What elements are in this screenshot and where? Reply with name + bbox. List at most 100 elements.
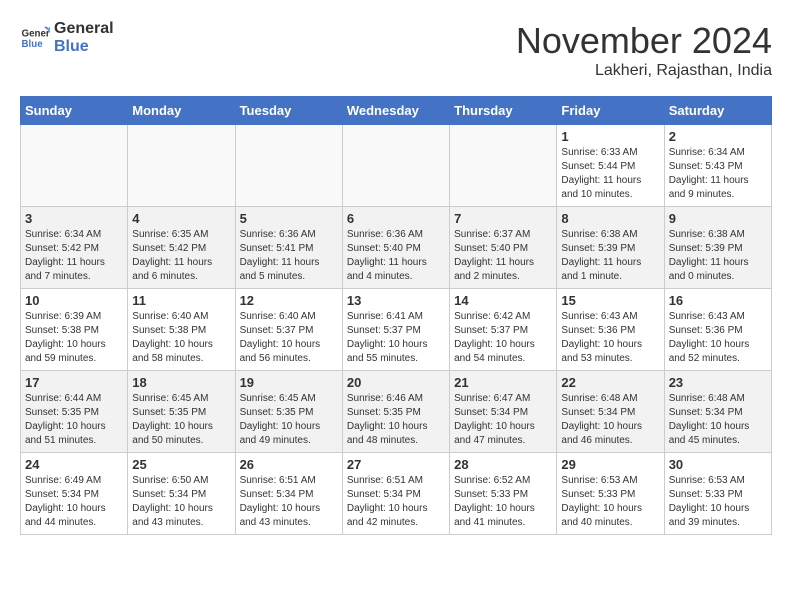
day-number: 13 — [347, 293, 445, 308]
calendar-cell: 19Sunrise: 6:45 AM Sunset: 5:35 PM Dayli… — [235, 371, 342, 453]
day-number: 25 — [132, 457, 230, 472]
calendar-cell: 16 Sunrise: 6:43 AM Sunset: 5:36 PM Dayli… — [664, 289, 771, 371]
calendar-header: SundayMondayTuesdayWednesdayThursdayFrid… — [21, 97, 772, 125]
day-info: Sunrise: 6:45 AM Sunset: 5:35 PM Dayligh… — [240, 392, 338, 448]
svg-text:General: General — [22, 28, 51, 39]
calendar-cell: 2Sunrise: 6:34 AM Sunset: 5:43 PM Daylig… — [664, 125, 771, 207]
day-info: Sunrise: 6:47 AM Sunset: 5:34 PM Dayligh… — [454, 392, 552, 448]
calendar-cell: 22 Sunrise: 6:48 AM Sunset: 5:34 PM Dayli… — [557, 371, 664, 453]
calendar-cell: 8 Sunrise: 6:38 AM Sunset: 5:39 PM Daylig… — [557, 207, 664, 289]
calendar-cell: 27 Sunrise: 6:51 AM Sunset: 5:34 PM Dayli… — [342, 453, 449, 535]
day-info: Sunrise: 6:48 AM Sunset: 5:34 PM Dayligh… — [669, 392, 767, 448]
calendar-cell: 4Sunrise: 6:35 AM Sunset: 5:42 PM Daylig… — [128, 207, 235, 289]
logo: General Blue General Blue — [20, 20, 114, 55]
day-info: Sunrise: 6:50 AM Sunset: 5:34 PM Dayligh… — [132, 474, 230, 530]
day-number: 3 — [25, 211, 123, 226]
calendar-cell: 21Sunrise: 6:47 AM Sunset: 5:34 PM Dayli… — [450, 371, 557, 453]
day-info: Sunrise: 6:34 AM Sunset: 5:42 PM Dayligh… — [25, 228, 123, 284]
day-number: 20 — [347, 375, 445, 390]
calendar-cell: 30 Sunrise: 6:53 AM Sunset: 5:33 PM Dayli… — [664, 453, 771, 535]
calendar-cell: 17 Sunrise: 6:44 AM Sunset: 5:35 PM Dayli… — [21, 371, 128, 453]
calendar-cell — [21, 125, 128, 207]
day-info: Sunrise: 6:44 AM Sunset: 5:35 PM Dayligh… — [25, 392, 123, 448]
logo-blue-text: Blue — [54, 38, 114, 56]
day-info: Sunrise: 6:40 AM Sunset: 5:38 PM Dayligh… — [132, 310, 230, 366]
day-number: 10 — [25, 293, 123, 308]
day-number: 16 — [669, 293, 767, 308]
calendar-cell: 6Sunrise: 6:36 AM Sunset: 5:40 PM Daylig… — [342, 207, 449, 289]
week-row-2: 3 Sunrise: 6:34 AM Sunset: 5:42 PM Daylig… — [21, 207, 772, 289]
day-info: Sunrise: 6:43 AM Sunset: 5:36 PM Dayligh… — [669, 310, 767, 366]
weekday-header-friday: Friday — [557, 97, 664, 125]
calendar-cell: 3 Sunrise: 6:34 AM Sunset: 5:42 PM Daylig… — [21, 207, 128, 289]
weekday-header-sunday: Sunday — [21, 97, 128, 125]
location-title: Lakheri, Rajasthan, India — [516, 62, 772, 80]
day-number: 8 — [561, 211, 659, 226]
day-info: Sunrise: 6:42 AM Sunset: 5:37 PM Dayligh… — [454, 310, 552, 366]
day-number: 11 — [132, 293, 230, 308]
day-info: Sunrise: 6:38 AM Sunset: 5:39 PM Dayligh… — [669, 228, 767, 284]
day-info: Sunrise: 6:51 AM Sunset: 5:34 PM Dayligh… — [347, 474, 445, 530]
calendar-cell: 23Sunrise: 6:48 AM Sunset: 5:34 PM Dayli… — [664, 371, 771, 453]
weekday-header-saturday: Saturday — [664, 97, 771, 125]
calendar-cell: 1 Sunrise: 6:33 AM Sunset: 5:44 PM Daylig… — [557, 125, 664, 207]
title-area: November 2024 Lakheri, Rajasthan, India — [516, 20, 772, 80]
day-number: 22 — [561, 375, 659, 390]
day-number: 17 — [25, 375, 123, 390]
week-row-4: 17 Sunrise: 6:44 AM Sunset: 5:35 PM Dayli… — [21, 371, 772, 453]
day-info: Sunrise: 6:51 AM Sunset: 5:34 PM Dayligh… — [240, 474, 338, 530]
day-info: Sunrise: 6:49 AM Sunset: 5:34 PM Dayligh… — [25, 474, 123, 530]
page-header: General Blue General Blue November 2024 … — [20, 20, 772, 80]
day-info: Sunrise: 6:52 AM Sunset: 5:33 PM Dayligh… — [454, 474, 552, 530]
day-info: Sunrise: 6:36 AM Sunset: 5:41 PM Dayligh… — [240, 228, 338, 284]
day-info: Sunrise: 6:45 AM Sunset: 5:35 PM Dayligh… — [132, 392, 230, 448]
week-row-5: 24 Sunrise: 6:49 AM Sunset: 5:34 PM Dayli… — [21, 453, 772, 535]
month-title: November 2024 — [516, 20, 772, 62]
weekday-row: SundayMondayTuesdayWednesdayThursdayFrid… — [21, 97, 772, 125]
calendar-cell: 14Sunrise: 6:42 AM Sunset: 5:37 PM Dayli… — [450, 289, 557, 371]
day-info: Sunrise: 6:48 AM Sunset: 5:34 PM Dayligh… — [561, 392, 659, 448]
day-number: 30 — [669, 457, 767, 472]
logo-icon: General Blue — [20, 23, 50, 53]
calendar-cell: 20 Sunrise: 6:46 AM Sunset: 5:35 PM Dayli… — [342, 371, 449, 453]
weekday-header-tuesday: Tuesday — [235, 97, 342, 125]
calendar-cell: 13 Sunrise: 6:41 AM Sunset: 5:37 PM Dayli… — [342, 289, 449, 371]
day-info: Sunrise: 6:36 AM Sunset: 5:40 PM Dayligh… — [347, 228, 445, 284]
day-info: Sunrise: 6:53 AM Sunset: 5:33 PM Dayligh… — [561, 474, 659, 530]
svg-text:Blue: Blue — [22, 39, 44, 50]
day-info: Sunrise: 6:34 AM Sunset: 5:43 PM Dayligh… — [669, 146, 767, 202]
calendar-cell: 28Sunrise: 6:52 AM Sunset: 5:33 PM Dayli… — [450, 453, 557, 535]
day-number: 29 — [561, 457, 659, 472]
calendar-cell: 25 Sunrise: 6:50 AM Sunset: 5:34 PM Dayli… — [128, 453, 235, 535]
day-number: 5 — [240, 211, 338, 226]
day-info: Sunrise: 6:35 AM Sunset: 5:42 PM Dayligh… — [132, 228, 230, 284]
weekday-header-thursday: Thursday — [450, 97, 557, 125]
calendar-cell: 5 Sunrise: 6:36 AM Sunset: 5:41 PM Daylig… — [235, 207, 342, 289]
day-number: 24 — [25, 457, 123, 472]
day-number: 27 — [347, 457, 445, 472]
day-number: 26 — [240, 457, 338, 472]
day-number: 7 — [454, 211, 552, 226]
calendar-cell: 12Sunrise: 6:40 AM Sunset: 5:37 PM Dayli… — [235, 289, 342, 371]
week-row-1: 1 Sunrise: 6:33 AM Sunset: 5:44 PM Daylig… — [21, 125, 772, 207]
day-info: Sunrise: 6:41 AM Sunset: 5:37 PM Dayligh… — [347, 310, 445, 366]
logo-general-text: General — [54, 20, 114, 38]
day-info: Sunrise: 6:46 AM Sunset: 5:35 PM Dayligh… — [347, 392, 445, 448]
day-number: 15 — [561, 293, 659, 308]
calendar-cell: 29 Sunrise: 6:53 AM Sunset: 5:33 PM Dayli… — [557, 453, 664, 535]
day-info: Sunrise: 6:33 AM Sunset: 5:44 PM Dayligh… — [561, 146, 659, 202]
calendar-cell: 15 Sunrise: 6:43 AM Sunset: 5:36 PM Dayli… — [557, 289, 664, 371]
calendar-cell: 26 Sunrise: 6:51 AM Sunset: 5:34 PM Dayli… — [235, 453, 342, 535]
day-number: 1 — [561, 129, 659, 144]
calendar-cell — [235, 125, 342, 207]
day-info: Sunrise: 6:43 AM Sunset: 5:36 PM Dayligh… — [561, 310, 659, 366]
day-info: Sunrise: 6:39 AM Sunset: 5:38 PM Dayligh… — [25, 310, 123, 366]
calendar-cell: 18 Sunrise: 6:45 AM Sunset: 5:35 PM Dayli… — [128, 371, 235, 453]
calendar-cell — [450, 125, 557, 207]
day-number: 18 — [132, 375, 230, 390]
calendar-cell: 11 Sunrise: 6:40 AM Sunset: 5:38 PM Dayli… — [128, 289, 235, 371]
calendar-cell: 10 Sunrise: 6:39 AM Sunset: 5:38 PM Dayli… — [21, 289, 128, 371]
day-info: Sunrise: 6:38 AM Sunset: 5:39 PM Dayligh… — [561, 228, 659, 284]
day-number: 12 — [240, 293, 338, 308]
day-info: Sunrise: 6:53 AM Sunset: 5:33 PM Dayligh… — [669, 474, 767, 530]
